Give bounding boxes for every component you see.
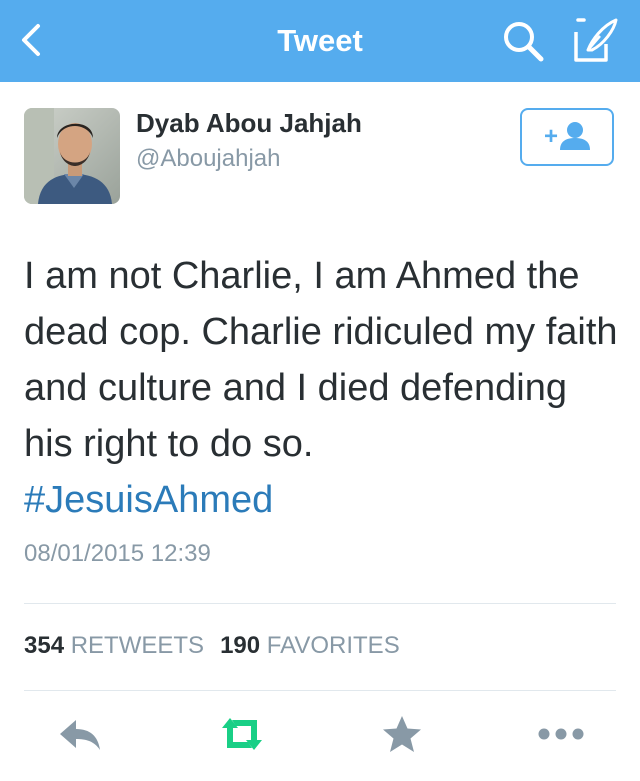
tweet-stats: 354 RETWEETS 190 FAVORITES xyxy=(24,632,400,660)
avatar[interactable] xyxy=(24,108,120,204)
retweet-icon xyxy=(222,718,262,750)
compose-icon xyxy=(574,18,618,62)
favorites-count: 190 xyxy=(220,632,261,659)
more-icon xyxy=(538,728,584,740)
search-button[interactable] xyxy=(500,18,546,64)
add-user-icon: + xyxy=(544,122,590,150)
favorites-label: FAVORITES xyxy=(266,632,400,659)
svg-text:+: + xyxy=(544,123,558,150)
tweet-body: I am not Charlie, I am Ahmed the dead co… xyxy=(24,255,618,465)
compose-button[interactable] xyxy=(570,16,620,64)
reply-button[interactable] xyxy=(56,712,104,756)
favorite-star-icon xyxy=(383,716,421,752)
retweets-stat[interactable]: 354 RETWEETS xyxy=(24,632,204,659)
tweet-text: I am not Charlie, I am Ahmed the dead co… xyxy=(24,248,624,528)
retweet-button[interactable] xyxy=(214,712,262,756)
retweets-count: 354 xyxy=(24,632,65,659)
favorite-button[interactable] xyxy=(378,712,426,756)
divider xyxy=(24,603,616,604)
top-nav-bar: Tweet xyxy=(0,0,640,82)
back-arrow-icon xyxy=(22,24,40,56)
more-button[interactable] xyxy=(535,712,584,756)
reply-icon xyxy=(60,720,100,750)
author-name[interactable]: Dyab Abou Jahjah xyxy=(136,108,362,139)
favorites-stat[interactable]: 190 FAVORITES xyxy=(220,632,400,659)
avatar-photo xyxy=(24,108,120,204)
divider xyxy=(24,690,616,691)
author-handle[interactable]: @Aboujahjah xyxy=(136,145,280,173)
hashtag-link[interactable]: #JesuisAhmed xyxy=(24,472,624,528)
back-button[interactable] xyxy=(14,18,54,62)
retweets-label: RETWEETS xyxy=(70,632,205,659)
tweet-timestamp: 08/01/2015 12:39 xyxy=(24,540,211,567)
search-icon xyxy=(504,22,544,62)
follow-button[interactable]: + xyxy=(520,108,614,166)
